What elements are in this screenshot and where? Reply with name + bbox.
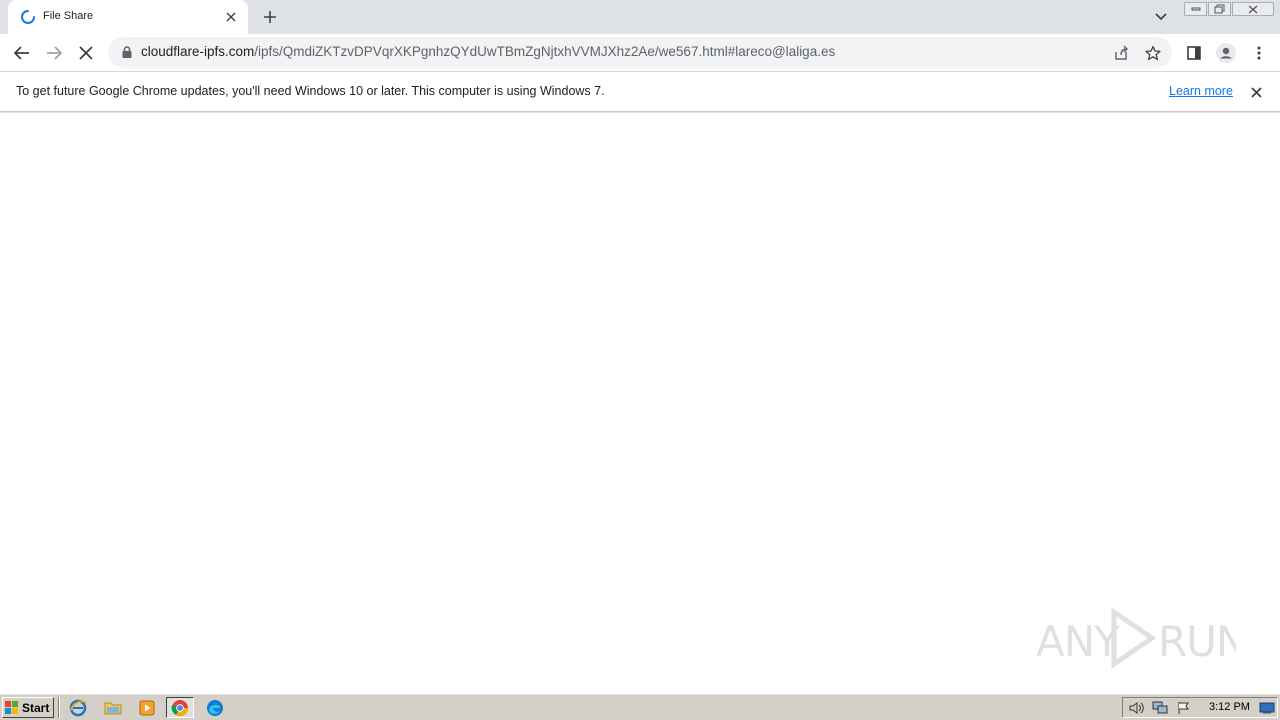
infobar-message: To get future Google Chrome updates, you… [16,84,605,98]
infobar-close-icon[interactable] [1246,82,1266,102]
chrome-icon[interactable] [166,697,194,718]
learn-more-link[interactable]: Learn more [1169,84,1233,98]
system-tray: 3:12 PM [1122,697,1278,718]
stop-loading-button[interactable] [74,41,98,65]
tab-title: File Share [43,10,94,22]
action-center-flag-icon[interactable] [1176,700,1192,716]
network-icon[interactable] [1152,700,1168,716]
explorer-folder-icon[interactable] [99,697,127,718]
taskbar-separator [58,697,60,718]
address-bar[interactable]: cloudflare-ipfs.com/ipfs/QmdiZKTzvDPVqrX… [108,37,1172,68]
back-button[interactable] [10,41,34,65]
minimize-button[interactable] [1184,2,1207,16]
windows-taskbar: Start 3:12 PM [0,693,1280,720]
new-tab-button[interactable] [259,6,281,28]
share-icon[interactable] [1110,42,1132,64]
side-panel-icon[interactable] [1182,41,1206,65]
tab-file-share[interactable]: File Share [8,0,248,34]
restore-button[interactable] [1208,2,1231,16]
url-path: /ipfs/QmdiZKTzvDPVqrXKPgnhzQYdUwTBmZgNjt… [254,44,836,59]
update-infobar: To get future Google Chrome updates, you… [0,72,1280,112]
menu-kebab-icon[interactable] [1247,41,1271,65]
edge-icon[interactable] [201,697,229,718]
volume-icon[interactable] [1128,700,1144,716]
start-label: Start [22,700,50,715]
svg-text:RUN: RUN [1158,617,1236,666]
tab-search-chevron-icon[interactable] [1150,6,1172,28]
browser-toolbar: cloudflare-ipfs.com/ipfs/QmdiZKTzvDPVqrX… [0,34,1280,72]
media-player-icon[interactable] [133,697,161,718]
profile-avatar-icon[interactable] [1214,41,1238,65]
taskbar-clock[interactable]: 3:12 PM [1209,701,1250,713]
windows-logo-icon [5,700,18,714]
tab-strip: File Share [0,0,1280,34]
start-button[interactable]: Start [2,697,54,718]
bookmark-star-icon[interactable] [1142,42,1164,64]
show-desktop-icon[interactable] [1259,700,1275,716]
loading-spinner-icon [21,10,35,24]
anyrun-watermark-logo: ANY RUN [1036,607,1236,669]
internet-explorer-icon[interactable] [64,697,92,718]
url-text[interactable]: cloudflare-ipfs.com/ipfs/QmdiZKTzvDPVqrX… [141,44,835,59]
lock-icon[interactable] [120,45,134,59]
window-close-button[interactable] [1232,2,1274,16]
url-host: cloudflare-ipfs.com [141,44,255,59]
forward-button[interactable] [42,41,66,65]
tab-close-icon[interactable] [222,8,240,26]
svg-text:ANY: ANY [1036,617,1120,666]
